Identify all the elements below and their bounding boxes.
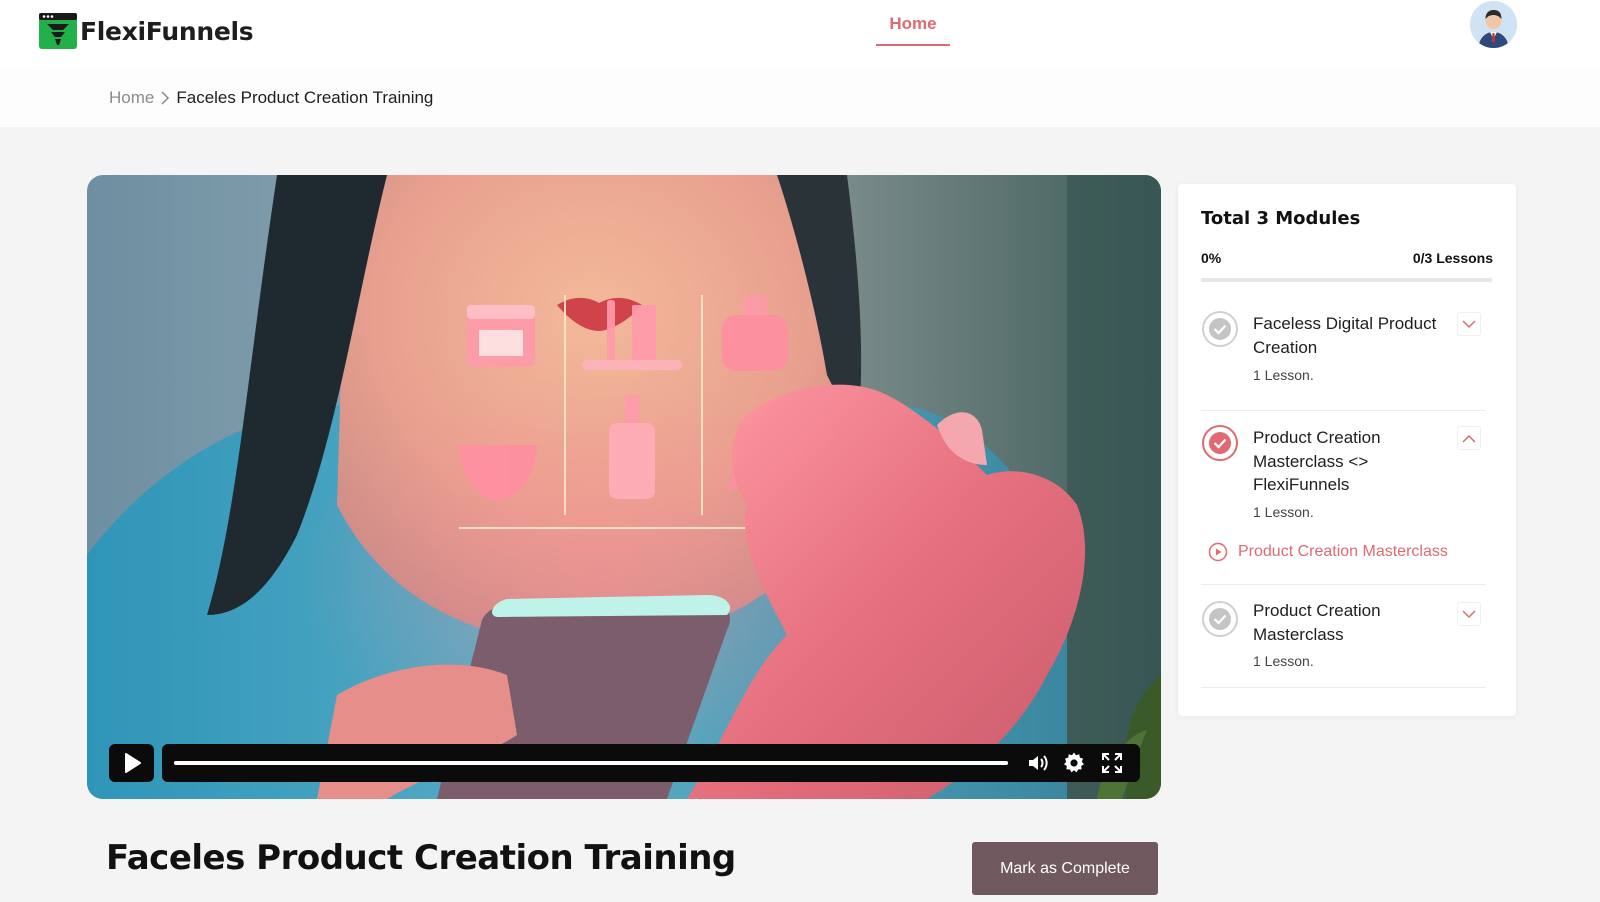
module-item[interactable]: Product Creation Masterclass 1 Lesson. [1201,586,1486,688]
mark-as-complete-button[interactable]: Mark as Complete [972,842,1158,895]
funnel-logo-icon [39,13,77,49]
breadcrumb-home-link[interactable]: Home [109,88,154,108]
lesson-name: Product Creation Masterclass [1238,543,1448,560]
modules-panel-title: Total 3 Modules [1201,208,1361,229]
chevron-right-icon [160,90,170,106]
course-progress-bar [1201,278,1492,282]
play-button[interactable] [109,744,154,782]
brand-logo[interactable]: FlexiFunnels [39,13,254,49]
nav-home-link[interactable]: Home [876,14,950,46]
volume-button[interactable] [1026,751,1050,775]
module-lesson-count: 1 Lesson. [1253,653,1314,669]
module-lesson-count: 1 Lesson. [1253,504,1314,520]
play-icon [124,753,141,773]
user-avatar[interactable] [1470,1,1517,48]
breadcrumb-bar: Home Faceles Product Creation Training [0,70,1600,127]
settings-button[interactable] [1062,751,1086,775]
module-name: Faceless Digital Product Creation [1253,314,1437,357]
course-lessons-count: 0/3 Lessons [1412,250,1493,266]
breadcrumb-current: Faceles Product Creation Training [176,88,434,107]
avatar-person-icon [1470,1,1517,48]
top-navbar: FlexiFunnels Home [0,0,1600,70]
check-circle-icon [1201,310,1239,348]
video-thumbnail-illustration [87,175,1161,799]
seek-bar[interactable] [174,761,1008,765]
course-progress-percent: 0% [1201,250,1222,266]
check-circle-icon [1201,424,1239,462]
video-controls-bar [162,744,1140,782]
module-name: Product Creation Masterclass [1253,601,1381,644]
chevron-down-icon[interactable] [1457,602,1481,626]
brand-name: FlexiFunnels [80,16,254,46]
module-item-active[interactable]: Product Creation Masterclass <> FlexiFun… [1201,412,1486,585]
seek-bar-fill [174,761,1008,765]
check-circle-icon [1201,600,1239,638]
volume-icon [1029,755,1048,771]
module-lesson-count: 1 Lesson. [1253,367,1314,383]
gear-icon [1064,752,1084,773]
chevron-up-icon[interactable] [1457,426,1481,450]
lesson-title: Faceles Product Creation Training [106,838,736,878]
lesson-item[interactable]: Product Creation Masterclass [1208,542,1448,562]
chevron-down-icon[interactable] [1457,312,1481,336]
play-circle-icon [1208,542,1228,562]
modules-panel: Total 3 Modules 0% 0/3 Lessons Faceless … [1178,184,1516,716]
breadcrumb: Home Faceles Product Creation Training [109,88,433,108]
module-name: Product Creation Masterclass <> FlexiFun… [1253,428,1381,494]
video-player[interactable] [87,175,1161,799]
fullscreen-button[interactable] [1100,751,1124,775]
fullscreen-icon [1102,753,1122,773]
module-item[interactable]: Faceless Digital Product Creation 1 Less… [1201,308,1486,411]
